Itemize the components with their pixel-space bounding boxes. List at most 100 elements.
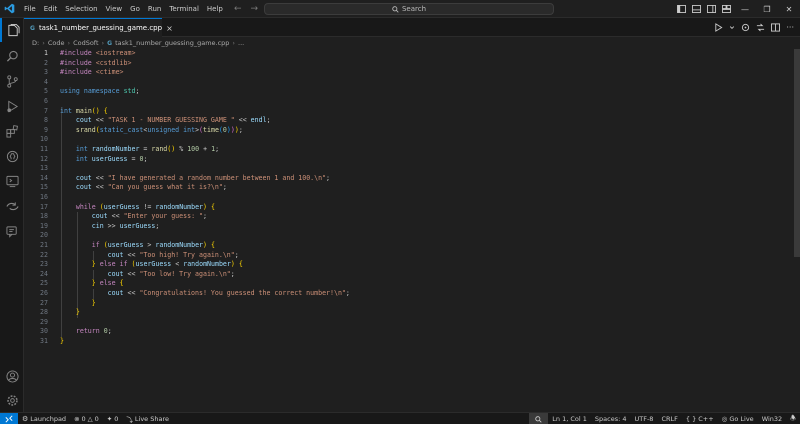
code-line[interactable]: 3 #include <ctime> xyxy=(24,68,794,78)
error-icon: ⊗ xyxy=(74,414,80,423)
menu-bar: File Edit Selection View Go Run Terminal… xyxy=(20,0,227,18)
settings-gear-icon[interactable] xyxy=(0,388,24,412)
code-line[interactable]: 2 #include <cstdlib> xyxy=(24,59,794,69)
docker-icon[interactable] xyxy=(0,169,24,193)
testing-icon[interactable] xyxy=(0,219,24,243)
menu-run[interactable]: Run xyxy=(144,0,165,18)
code-line[interactable]: 20 xyxy=(24,231,794,241)
code-line[interactable]: 17 while (userGuess != randomNumber) { xyxy=(24,203,794,213)
code-line[interactable]: 29 xyxy=(24,318,794,328)
editor-tab-bar: G task1_number_guessing_game.cpp × ··· xyxy=(24,18,800,37)
code-line[interactable]: 25 } else { xyxy=(24,279,794,289)
code-line[interactable]: 28 } xyxy=(24,308,794,318)
search-icon xyxy=(392,5,399,13)
code-line[interactable]: 6 xyxy=(24,97,794,107)
remote-explorer-icon[interactable] xyxy=(0,194,24,218)
toggle-panel-icon[interactable] xyxy=(691,4,702,15)
menu-selection[interactable]: Selection xyxy=(61,0,101,18)
code-line[interactable]: 22 cout << "Too high! Try again.\n"; xyxy=(24,251,794,261)
command-center-search[interactable]: Search xyxy=(264,3,554,15)
go-live-status[interactable]: ◎ Go Live xyxy=(718,413,758,424)
code-editor[interactable]: 1 #include <iostream> 2 #include <cstdlib> 3… xyxy=(24,49,794,412)
back-arrow-icon[interactable]: ← xyxy=(234,0,242,18)
code-line[interactable]: 12 int userGuess = 0; xyxy=(24,155,794,165)
indentation-status[interactable]: Spaces: 4 xyxy=(591,413,631,424)
code-line[interactable]: 18 cout << "Enter your guess: "; xyxy=(24,212,794,222)
line-number: 15 xyxy=(40,183,48,192)
code-line[interactable]: 1 #include <iostream> xyxy=(24,49,794,59)
error-count: 0 xyxy=(81,414,86,423)
line-number: 28 xyxy=(40,308,48,317)
code-line[interactable]: 23 } else if (userGuess < randomNumber) … xyxy=(24,260,794,270)
platform-status[interactable]: Win32 xyxy=(758,413,786,424)
extensions-icon[interactable] xyxy=(0,119,24,143)
search-view-icon[interactable] xyxy=(0,44,24,68)
code-line[interactable]: 30 return 0; xyxy=(24,327,794,337)
code-line[interactable]: 8 cout << "TASK 1 - NUMBER GUESSING GAME… xyxy=(24,116,794,126)
minimize-button[interactable]: — xyxy=(734,0,756,18)
breadcrumb-codsoft[interactable]: CodSoft xyxy=(73,39,98,47)
toggle-sidebar-icon[interactable] xyxy=(676,4,687,15)
code-line[interactable]: 5 using namespace std; xyxy=(24,87,794,97)
code-line[interactable]: 15 cout << "Can you guess what it is?\n"… xyxy=(24,183,794,193)
encoding-status[interactable]: UTF-8 xyxy=(631,413,658,424)
menu-help[interactable]: Help xyxy=(203,0,227,18)
code-line[interactable]: 19 cin >> userGuess; xyxy=(24,222,794,232)
live-share-status[interactable]: ⤵ Live Share xyxy=(122,413,173,424)
github-icon[interactable] xyxy=(0,144,24,168)
code-line[interactable]: 21 if (userGuess > randomNumber) { xyxy=(24,241,794,251)
code-line[interactable]: 13 xyxy=(24,164,794,174)
run-debug-icon[interactable] xyxy=(0,94,24,118)
open-changes-icon[interactable] xyxy=(756,23,765,32)
code-line[interactable]: 26 cout << "Congratulations! You guessed… xyxy=(24,289,794,299)
notifications-bell-icon[interactable]: 🕭 xyxy=(786,413,800,424)
customize-layout-icon[interactable] xyxy=(721,4,732,15)
run-code-icon[interactable] xyxy=(714,23,723,32)
close-window-button[interactable]: ✕ xyxy=(778,0,800,18)
scrollbar-thumb[interactable] xyxy=(794,49,800,257)
maximize-button[interactable]: ❐ xyxy=(756,0,778,18)
run-dropdown-icon[interactable] xyxy=(729,23,735,32)
split-editor-icon[interactable] xyxy=(771,23,781,32)
code-line[interactable]: 31} xyxy=(24,337,794,347)
source-control-icon[interactable] xyxy=(0,69,24,93)
remote-indicator-icon[interactable] xyxy=(0,412,18,424)
code-text: cout << "Enter your guess: "; xyxy=(91,212,207,221)
forward-arrow-icon[interactable]: → xyxy=(251,0,259,18)
code-line[interactable]: 4 xyxy=(24,78,794,88)
breadcrumb-drive[interactable]: D: xyxy=(32,39,39,47)
problems-status[interactable]: ⊗ 0 △ 0 xyxy=(70,413,103,424)
code-line[interactable]: 16 xyxy=(24,193,794,203)
code-line[interactable]: 14 cout << "I have generated a random nu… xyxy=(24,174,794,184)
code-line[interactable]: 24 cout << "Too low! Try again.\n"; xyxy=(24,270,794,280)
more-actions-icon[interactable]: ··· xyxy=(786,23,794,32)
code-line[interactable]: 7 int main() { xyxy=(24,107,794,117)
ports-status[interactable]: ✦ 0 xyxy=(103,413,123,424)
code-line[interactable]: 27 } xyxy=(24,299,794,309)
toggle-secondary-sidebar-icon[interactable] xyxy=(706,4,717,15)
account-icon[interactable] xyxy=(0,364,24,388)
zoom-status[interactable] xyxy=(529,413,549,424)
breadcrumb-code[interactable]: Code xyxy=(48,39,65,47)
tab-task1-number-guessing-game[interactable]: G task1_number_guessing_game.cpp × xyxy=(24,18,173,37)
menu-file[interactable]: File xyxy=(20,0,40,18)
menu-go[interactable]: Go xyxy=(126,0,144,18)
breadcrumb-file[interactable]: task1_number_guessing_game.cpp xyxy=(115,39,229,47)
code-line[interactable]: 9 srand(static_cast<unsigned int>(time(0… xyxy=(24,126,794,136)
menu-terminal[interactable]: Terminal xyxy=(165,0,203,18)
launchpad-status[interactable]: ⚙ Launchpad xyxy=(18,413,70,424)
language-mode[interactable]: { } C++ xyxy=(682,413,718,424)
menu-edit[interactable]: Edit xyxy=(40,0,62,18)
explorer-icon[interactable] xyxy=(0,18,24,42)
line-number: 16 xyxy=(40,193,48,201)
breadcrumb-ellipsis[interactable]: ... xyxy=(238,39,244,47)
code-line[interactable]: 10 xyxy=(24,135,794,145)
cursor-position[interactable]: Ln 1, Col 1 xyxy=(548,413,591,424)
eol-status[interactable]: CRLF xyxy=(657,413,681,424)
close-tab-icon[interactable]: × xyxy=(166,24,173,33)
code-text: cout << "Congratulations! You guessed th… xyxy=(107,289,350,297)
code-line[interactable]: 11 int randomNumber = rand() % 100 + 1; xyxy=(24,145,794,155)
navigation-arrows: ← → xyxy=(234,0,258,18)
compare-changes-icon[interactable] xyxy=(741,23,750,32)
menu-view[interactable]: View xyxy=(102,0,127,18)
